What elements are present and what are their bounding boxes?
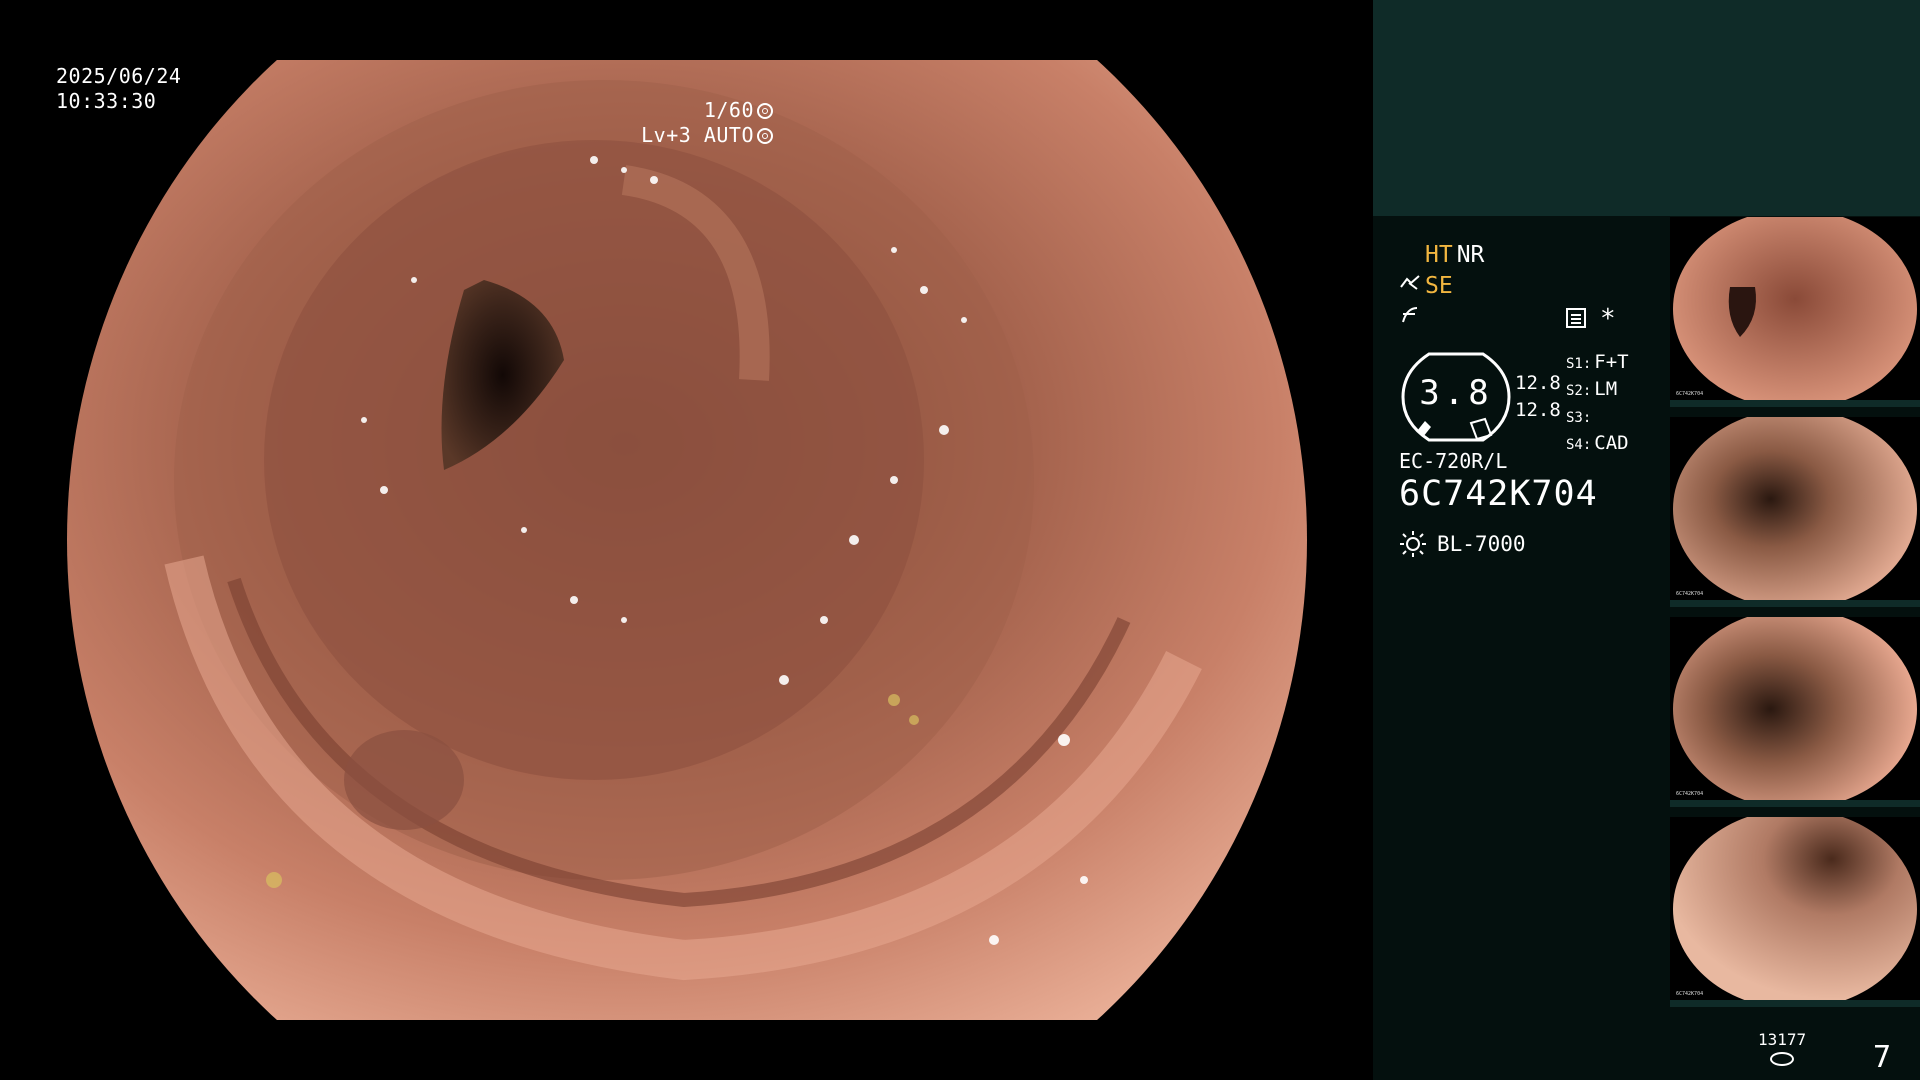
gauge-readouts: 12.8 12.8 bbox=[1515, 370, 1561, 424]
scope-serial: 6C742K704 bbox=[1399, 474, 1598, 514]
thumbnail-label: 6C742K704 bbox=[1676, 591, 1704, 597]
switch-row: S2: LM bbox=[1566, 378, 1618, 400]
gauge-readout-2: 12.8 bbox=[1515, 399, 1561, 421]
auto-exposure-icon bbox=[757, 127, 773, 144]
thumbnail-label: 6C742K704 bbox=[1676, 991, 1704, 997]
structure-enhance-icon bbox=[1399, 271, 1421, 302]
date-text: 2025/06/24 bbox=[56, 64, 182, 88]
thumbnail-label: 6C742K704 bbox=[1676, 391, 1704, 397]
captured-thumbnail[interactable]: 6C742K704 bbox=[1670, 817, 1920, 1007]
exposure-overlay: 1/60 Lv+3 AUTO bbox=[641, 98, 773, 148]
brightness-gauge: 3.8 bbox=[1399, 351, 1513, 443]
mode-se: SE bbox=[1425, 273, 1453, 299]
switch-row: S4: CAD bbox=[1566, 432, 1629, 454]
light-source: BL-7000 bbox=[1399, 530, 1526, 558]
captured-thumbnail[interactable]: 6C742K704 bbox=[1670, 617, 1920, 807]
exposure-level: Lv+3 AUTO bbox=[641, 123, 754, 147]
gauge-readout-1: 12.8 bbox=[1515, 372, 1561, 394]
light-source-label: BL-7000 bbox=[1437, 532, 1526, 556]
freeze-icon bbox=[1399, 302, 1421, 333]
storage-disk-icon bbox=[1770, 1052, 1795, 1066]
time-text: 10:33:30 bbox=[56, 89, 157, 113]
switch-row: S1: F+T bbox=[1566, 351, 1629, 373]
thumbnail-label: 6C742K704 bbox=[1676, 791, 1704, 797]
datetime-overlay: 2025/06/24 10:33:30 bbox=[56, 64, 181, 114]
mode-indicators: HT NR SE bbox=[1399, 240, 1699, 333]
colon-lumen-image bbox=[67, 60, 1307, 1020]
star-marker: * bbox=[1600, 304, 1616, 334]
shutter-speed: 1/60 bbox=[703, 98, 754, 122]
gauge-value: 3.8 bbox=[1419, 373, 1493, 413]
scope-model: EC-720R/L bbox=[1399, 449, 1508, 473]
mode-nr: NR bbox=[1456, 242, 1485, 268]
switch-assignments: S1: F+T S2: LM S3: S4: CAD bbox=[1566, 350, 1629, 458]
document-icon bbox=[1566, 308, 1586, 328]
endoscope-view: 2025/06/24 10:33:30 1/60 Lv+3 AUTO bbox=[0, 0, 1373, 1080]
captured-thumbnail[interactable]: 6C742K704 bbox=[1670, 217, 1920, 407]
image-count: 13177 bbox=[1758, 1030, 1807, 1049]
light-source-icon bbox=[1399, 530, 1427, 558]
mode-ht: HT bbox=[1425, 242, 1453, 268]
panel-header-area bbox=[1373, 0, 1920, 216]
page-number: 7 bbox=[1873, 1040, 1892, 1075]
captured-thumbnail[interactable]: 6C742K704 bbox=[1670, 417, 1920, 607]
storage-counter: 13177 bbox=[1758, 1030, 1806, 1066]
shutter-icon bbox=[757, 102, 773, 119]
switch-row: S3: bbox=[1566, 410, 1592, 426]
processor-info-panel: HT NR SE * 3.8 12.8 12.8 S1:F+T S2:LM bbox=[1373, 0, 1920, 1080]
endoscopic-image bbox=[67, 60, 1307, 1020]
